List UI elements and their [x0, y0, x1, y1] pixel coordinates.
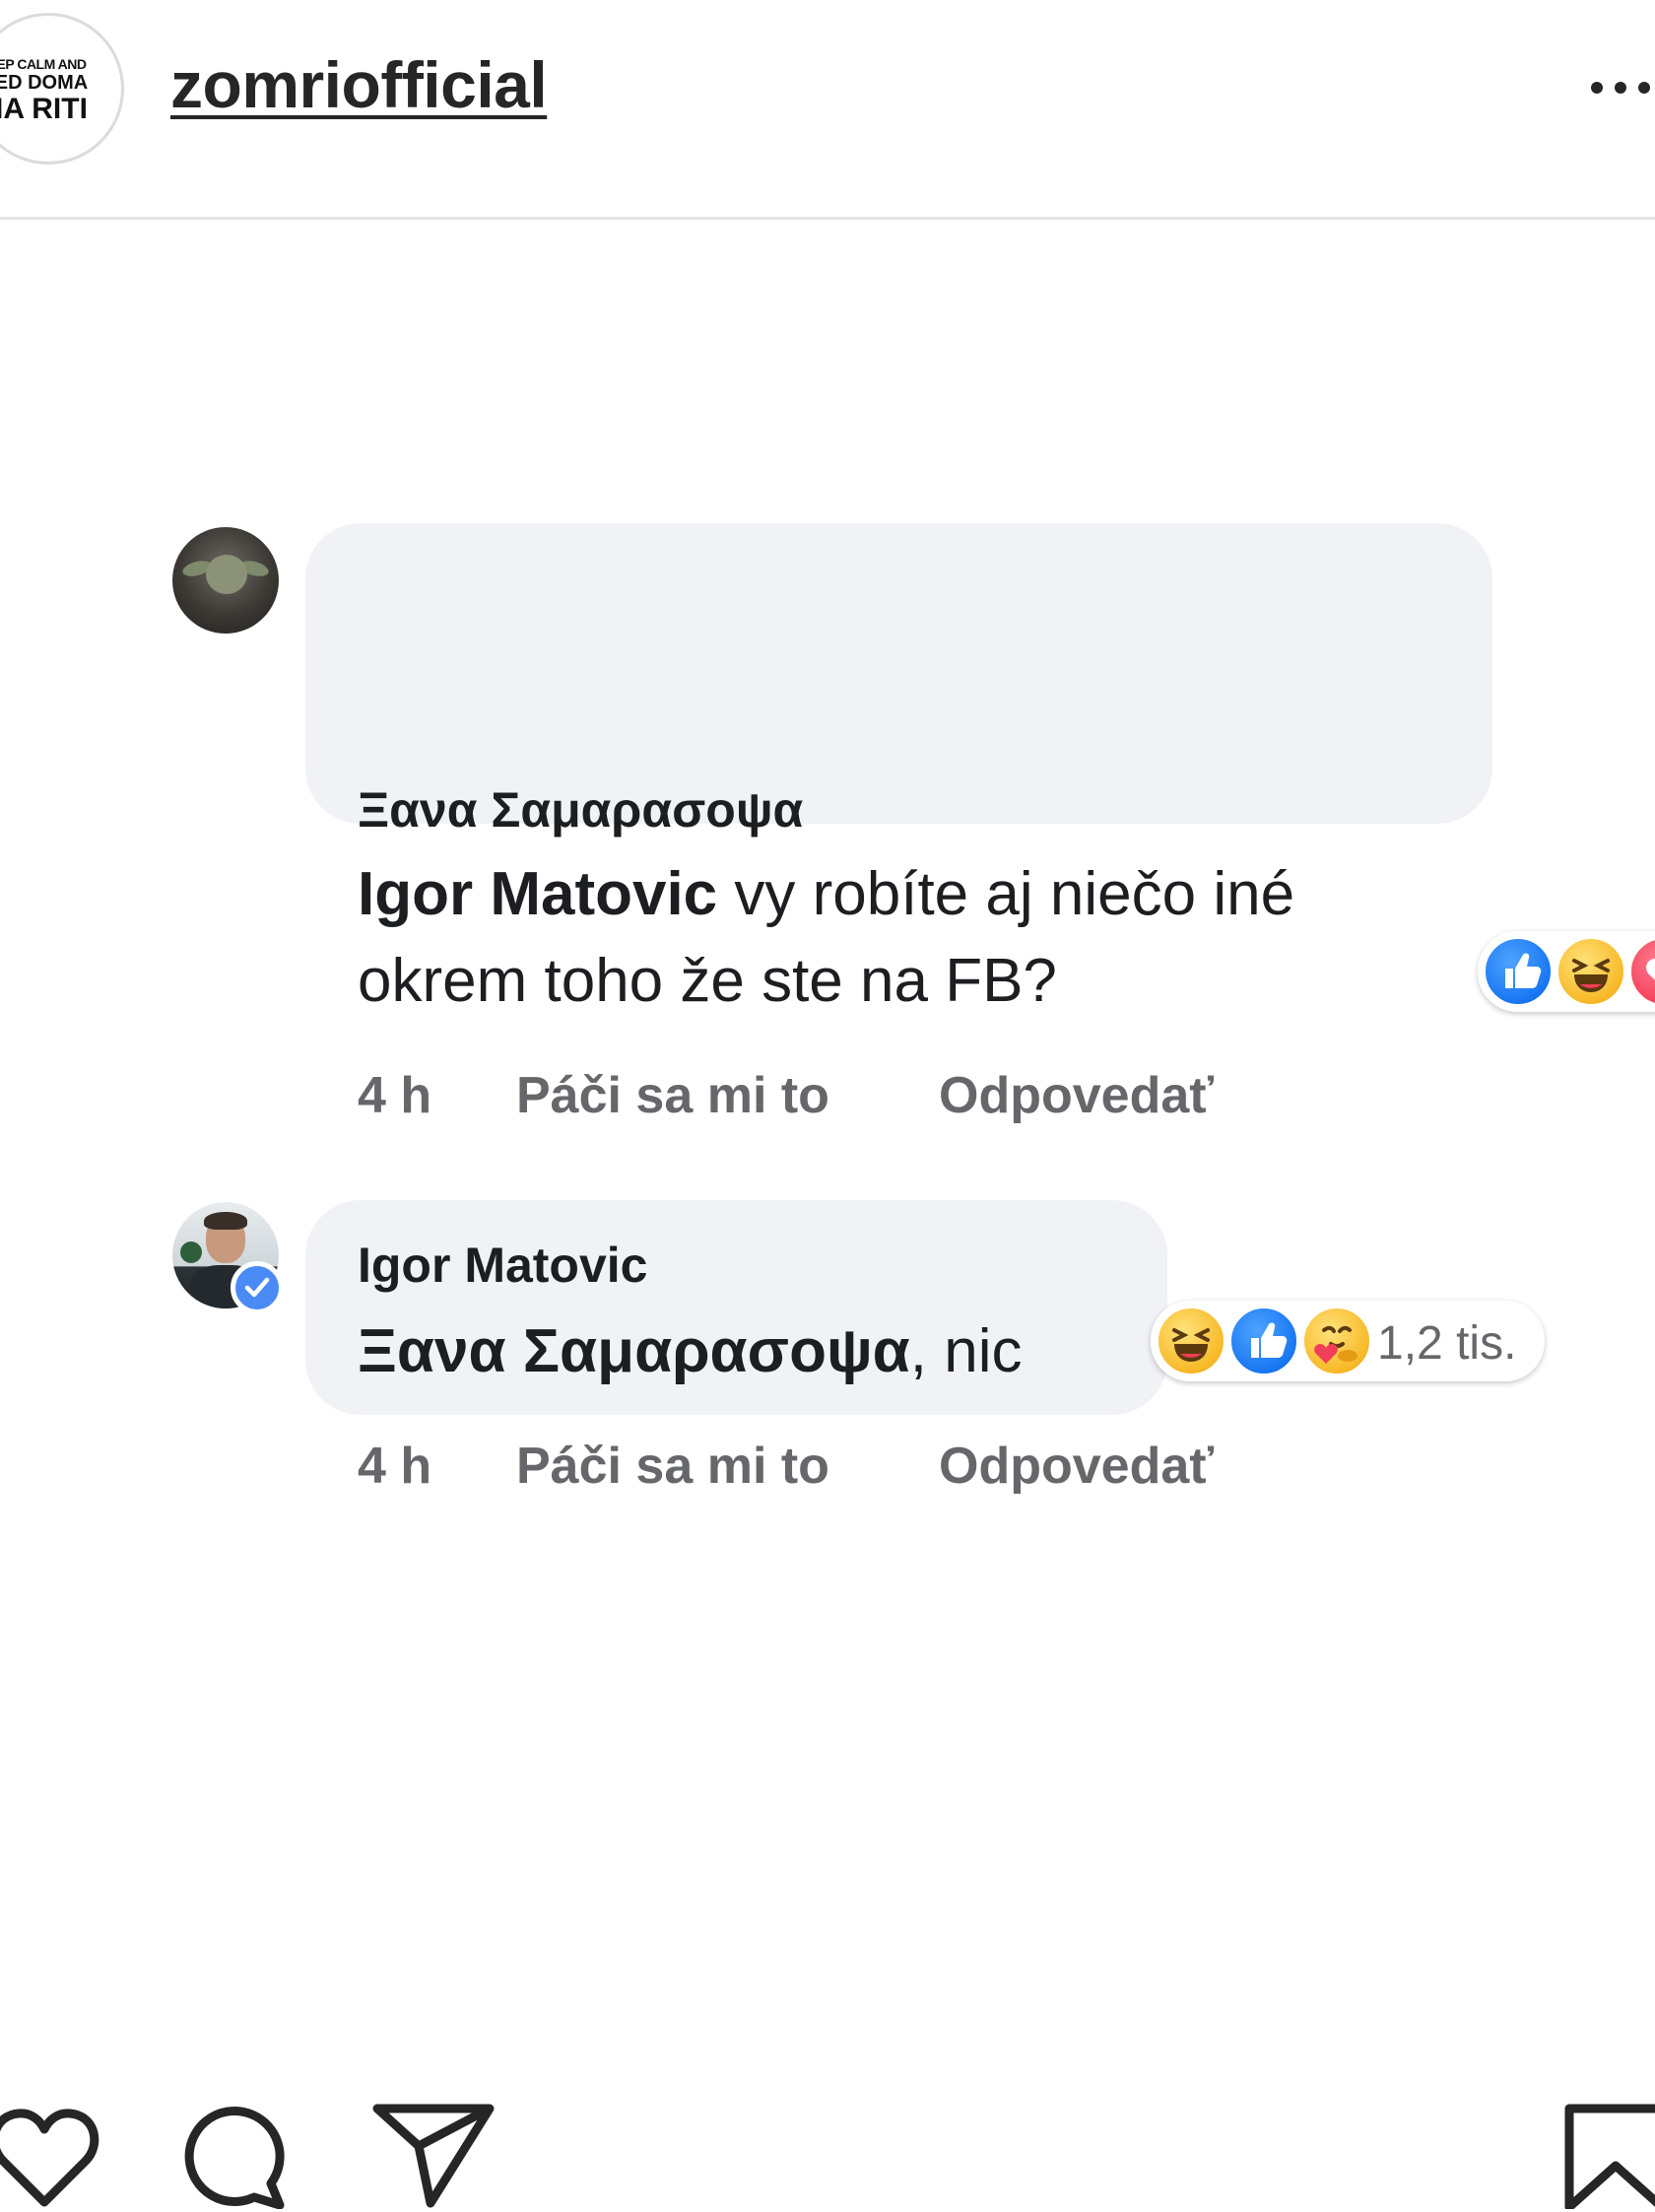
comment-time: 4 h [358, 1067, 432, 1124]
like-comment-button[interactable]: Páči sa mi to [516, 1437, 829, 1496]
haha-reaction-icon [1155, 1305, 1227, 1377]
comment-author[interactable]: Igor Matovic [358, 1237, 647, 1294]
comment-bubble [305, 523, 1492, 824]
reply-button[interactable]: Odpovedať [939, 1066, 1214, 1125]
avatar-logo-text: EP CALM AND ED DOMA IA RITI [0, 56, 89, 125]
comment-mention[interactable]: Ξανα Σαμαρασοψα [358, 1317, 910, 1385]
commenter-avatar[interactable] [172, 527, 279, 634]
like-comment-button[interactable]: Páči sa mi to [516, 1066, 829, 1125]
like-reaction-icon [1482, 935, 1555, 1008]
post-action-bar [0, 2069, 1655, 2209]
username-link[interactable]: zomriofficial [170, 47, 548, 122]
love-reaction-icon [1627, 935, 1655, 1008]
verified-badge-icon [231, 1261, 284, 1314]
haha-reaction-icon [1555, 935, 1627, 1008]
comment-text-line-2: okrem toho že ste na FB? [358, 947, 1057, 1015]
comment-text-line-1: Igor Matovic vy robíte aj niečo iné [358, 860, 1295, 928]
reaction-summary[interactable] [1478, 931, 1655, 1012]
like-reaction-icon [1227, 1305, 1300, 1377]
heart-icon[interactable] [0, 2104, 103, 2212]
reaction-summary[interactable]: 1,2 tis. [1151, 1301, 1545, 1381]
care-reaction-icon [1300, 1305, 1373, 1377]
reaction-count: 1,2 tis. [1377, 1317, 1517, 1370]
post-image [0, 220, 1655, 2062]
bookmark-icon[interactable] [1561, 2101, 1655, 2209]
comment-time: 4 h [358, 1438, 432, 1495]
profile-avatar[interactable]: EP CALM AND ED DOMA IA RITI [0, 13, 124, 165]
more-horizontal-icon[interactable] [1591, 77, 1655, 99]
send-icon[interactable] [369, 2101, 497, 2209]
comment-icon[interactable] [177, 2101, 296, 2209]
comment-mention[interactable]: Igor Matovic [358, 860, 717, 928]
comment-text-line-1: Ξανα Σαμαρασοψα, nic [358, 1317, 1023, 1385]
post-header: EP CALM AND ED DOMA IA RITI zomriofficia… [0, 0, 1655, 220]
comment-author[interactable]: Ξανα Σαμαρασοψα [358, 781, 803, 838]
reply-button[interactable]: Odpovedať [939, 1437, 1214, 1496]
